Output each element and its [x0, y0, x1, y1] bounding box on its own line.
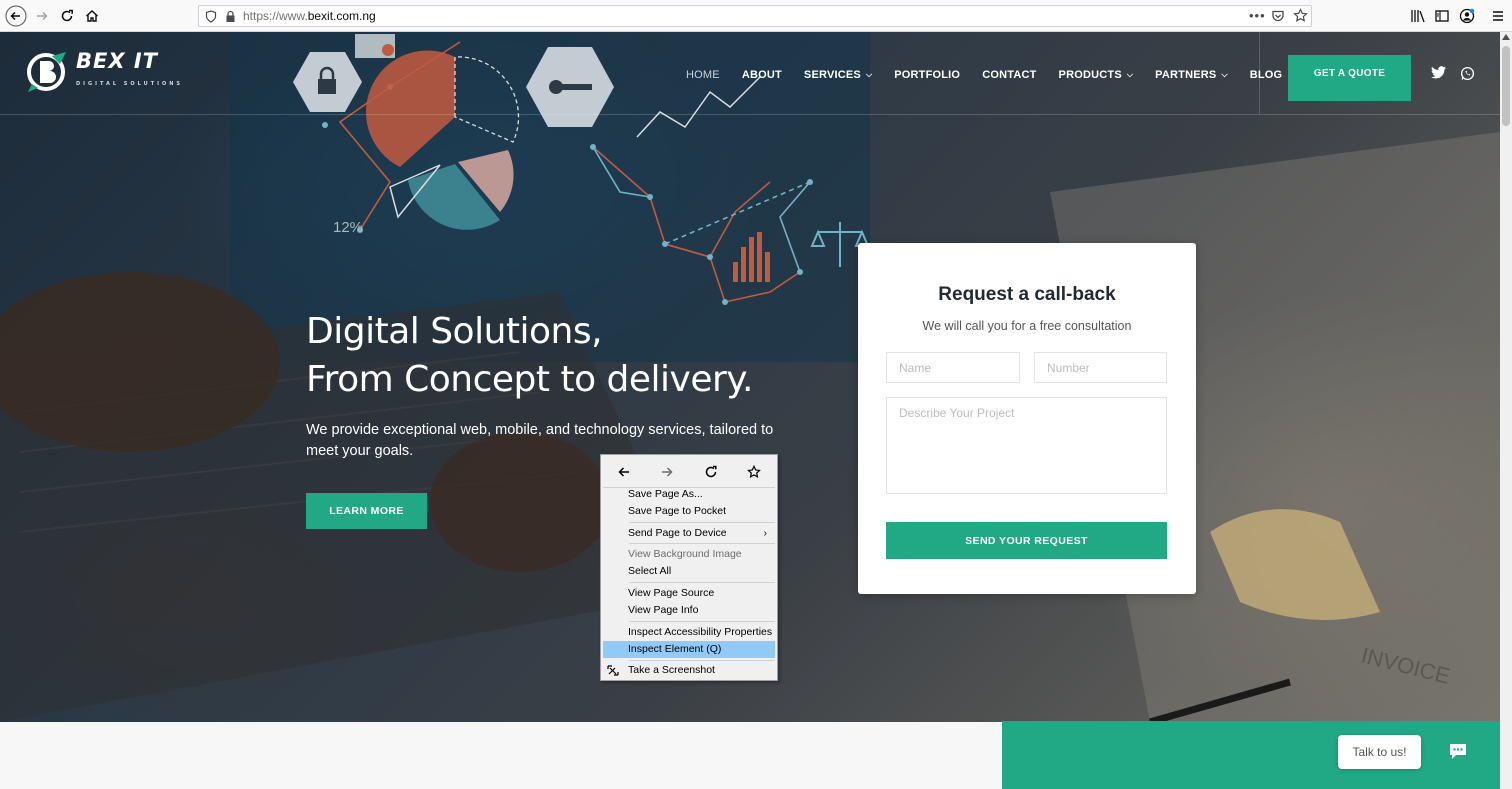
- menu-separator: [629, 522, 775, 523]
- number-input[interactable]: Number: [1034, 352, 1167, 383]
- chevron-down-icon: ⌵: [865, 70, 873, 79]
- callback-form: Request a call-back We will call you for…: [858, 243, 1196, 594]
- nav-portfolio[interactable]: PORTFOLIO: [894, 69, 960, 81]
- nav-partners[interactable]: PARTNERS ⌵: [1155, 69, 1228, 81]
- nav-blog[interactable]: BLOG: [1250, 69, 1283, 81]
- home-icon[interactable]: [80, 4, 104, 28]
- forward-icon[interactable]: [656, 461, 678, 483]
- twitter-icon[interactable]: [1431, 66, 1447, 82]
- menu-separator: [629, 582, 775, 583]
- menu-item-take-screenshot[interactable]: Take a Screenshot: [603, 662, 775, 679]
- menu-item-view-page-info[interactable]: View Page Info: [603, 602, 775, 619]
- green-section-block: [1002, 721, 1500, 789]
- menu-separator: [629, 660, 775, 661]
- menu-item-send-to-device[interactable]: Send Page to Device ›: [603, 525, 775, 542]
- learn-more-button[interactable]: LEARN MORE: [306, 493, 427, 529]
- menu-item-inspect-accessibility[interactable]: Inspect Accessibility Properties: [603, 624, 775, 641]
- more-icon[interactable]: •••: [1249, 8, 1266, 23]
- menu-icon[interactable]: [1490, 8, 1506, 24]
- forward-icon[interactable]: [30, 4, 54, 28]
- form-title: Request a call-back: [938, 284, 1116, 305]
- site-logo[interactable]: BEX IT DIGITAL SOLUTIONS: [26, 48, 184, 92]
- whatsapp-icon[interactable]: [1460, 66, 1476, 82]
- lock-icon[interactable]: [225, 10, 236, 28]
- reload-icon[interactable]: [55, 4, 79, 28]
- menu-item-view-background-image[interactable]: View Background Image: [603, 546, 775, 563]
- menu-item-view-page-source[interactable]: View Page Source: [603, 585, 775, 602]
- chevron-right-icon: ›: [763, 528, 767, 539]
- send-request-button[interactable]: SEND YOUR REQUEST: [886, 522, 1167, 559]
- url-bar[interactable]: https://www.bexit.com.ng •••: [198, 5, 1312, 27]
- menu-item-inspect-element[interactable]: Inspect Element (Q): [603, 641, 775, 658]
- url-text: https://www.bexit.com.ng: [243, 9, 376, 23]
- chat-icon[interactable]: [1438, 731, 1478, 771]
- menu-item-save-to-pocket[interactable]: Save Page to Pocket: [603, 503, 775, 520]
- main-nav: HOME ABOUT SERVICES ⌵ PORTFOLIO CONTACT P…: [686, 69, 1304, 81]
- nav-about[interactable]: ABOUT: [742, 69, 782, 81]
- chat-bubble[interactable]: Talk to us!: [1338, 735, 1421, 769]
- screenshot-icon: [607, 665, 619, 682]
- context-nav-row: [601, 461, 779, 483]
- project-textarea[interactable]: Describe Your Project: [886, 397, 1167, 494]
- sidebar-icon[interactable]: [1434, 8, 1450, 24]
- get-quote-button[interactable]: GET A QUOTE: [1288, 55, 1411, 101]
- back-icon[interactable]: [613, 461, 635, 483]
- form-subtitle: We will call you for a free consultation: [922, 319, 1132, 333]
- art-percent-label: 12%: [333, 219, 363, 236]
- menu-separator: [629, 621, 775, 622]
- library-icon[interactable]: [1410, 8, 1426, 24]
- nav-services[interactable]: SERVICES ⌵: [804, 69, 872, 81]
- nav-home[interactable]: HOME: [686, 69, 720, 81]
- nav-products[interactable]: PRODUCTS ⌵: [1059, 69, 1134, 81]
- nav-contact[interactable]: CONTACT: [982, 69, 1036, 81]
- bookmark-star-icon[interactable]: [743, 461, 765, 483]
- menu-item-select-all[interactable]: Select All: [603, 563, 775, 580]
- menu-separator: [629, 543, 775, 544]
- chevron-down-icon: ⌵: [1126, 70, 1134, 79]
- scrollbar-thumb[interactable]: [1502, 46, 1510, 126]
- browser-toolbar: https://www.bexit.com.ng •••: [0, 0, 1512, 32]
- chevron-down-icon: ⌵: [1221, 70, 1228, 79]
- name-input[interactable]: Name: [886, 352, 1020, 383]
- menu-item-save-page-as[interactable]: Save Page As...: [603, 486, 775, 503]
- pocket-icon[interactable]: [1271, 9, 1285, 28]
- account-icon[interactable]: [1459, 8, 1475, 24]
- page-scrollbar[interactable]: [1500, 32, 1512, 789]
- hero-headline: Digital Solutions, From Concept to deliv…: [306, 311, 753, 400]
- scroll-up-arrow[interactable]: [1502, 34, 1510, 40]
- logo-wordmark: BEX IT DIGITAL SOLUTIONS: [76, 48, 184, 87]
- header-divider: [0, 114, 1500, 115]
- reload-icon[interactable]: [700, 461, 722, 483]
- shield-icon[interactable]: [205, 10, 217, 28]
- bookmark-star-icon[interactable]: [1293, 8, 1308, 28]
- logo-icon: [27, 52, 66, 92]
- context-menu: Save Page As... Save Page to Pocket Send…: [600, 454, 778, 681]
- back-icon[interactable]: [4, 4, 28, 28]
